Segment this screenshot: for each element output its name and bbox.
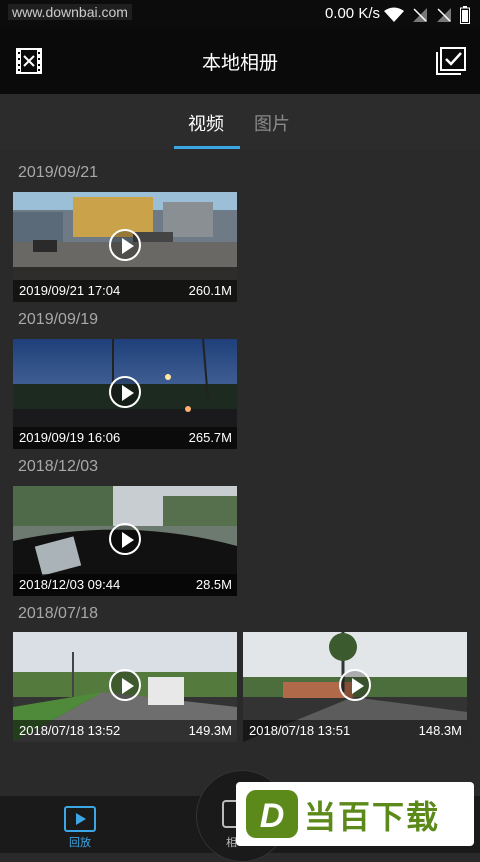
video-thumbnail[interactable]: 2018/07/18 13:52 149.3M — [13, 632, 237, 742]
thumbnail-info-bar: 2018/07/18 13:51 148.3M — [243, 720, 467, 742]
video-thumbnail[interactable]: 2018/07/18 13:51 148.3M — [243, 632, 467, 742]
video-timestamp: 2019/09/21 17:04 — [19, 283, 121, 298]
thumbnail-info-bar: 2018/12/03 09:44 28.5M — [13, 574, 237, 596]
play-icon[interactable] — [109, 523, 141, 555]
thumbnail-info-bar: 2019/09/19 16:06 265.7M — [13, 427, 237, 449]
status-bar: www.downbai.com 0.00 K/s — [0, 0, 480, 28]
playback-icon — [64, 806, 96, 832]
app-bar: 本地相册 — [0, 28, 480, 94]
play-icon[interactable] — [339, 669, 371, 701]
watermark-text: www.downbai.com — [8, 4, 132, 20]
page-title: 本地相册 — [201, 52, 278, 74]
video-timestamp: 2019/09/19 16:06 — [19, 430, 121, 445]
tab-video[interactable]: 视频 — [188, 110, 224, 136]
video-list[interactable]: 2019/09/21 2019/09/21 17:04 260.1M 2019/… — [0, 150, 480, 796]
video-size: 260.1M — [188, 283, 232, 298]
active-tab-indicator — [174, 146, 240, 149]
video-timestamp: 2018/12/03 09:44 — [19, 577, 121, 592]
play-icon[interactable] — [109, 376, 141, 408]
video-size: 28.5M — [195, 577, 232, 592]
svg-text:D: D — [260, 797, 285, 835]
nav-playback-label: 回放 — [69, 836, 91, 849]
thumbnail-info-bar: 2019/09/21 17:04 260.1M — [13, 280, 237, 302]
date-header: 2018/07/18 — [18, 605, 99, 622]
date-header: 2018/12/03 — [18, 458, 99, 475]
thumbnail-info-bar: 2018/07/18 13:52 149.3M — [13, 720, 237, 742]
date-header: 2019/09/19 — [18, 311, 99, 328]
battery-icon — [460, 6, 470, 24]
signal-off-icon-2 — [437, 8, 451, 22]
media-tabs: 视频 图片 — [0, 94, 480, 151]
video-size: 148.3M — [418, 723, 462, 738]
video-thumbnail[interactable]: 2019/09/21 17:04 260.1M — [13, 192, 237, 302]
tab-photo[interactable]: 图片 — [254, 110, 290, 136]
video-thumbnail[interactable]: 2019/09/19 16:06 265.7M — [13, 339, 237, 449]
nav-playback[interactable]: 回放 — [50, 802, 110, 852]
signal-off-icon — [413, 8, 427, 22]
video-timestamp: 2018/07/18 13:52 — [19, 723, 121, 738]
select-checkbox-icon[interactable] — [436, 47, 466, 75]
video-size: 149.3M — [188, 723, 232, 738]
play-icon[interactable] — [109, 669, 141, 701]
play-icon[interactable] — [109, 229, 141, 261]
wifi-icon — [384, 7, 404, 22]
video-timestamp: 2018/07/18 13:51 — [249, 723, 351, 738]
video-size: 265.7M — [188, 430, 232, 445]
logo-text: 当百下载 — [304, 798, 441, 836]
network-speed: 0.00 K/s — [324, 5, 380, 22]
date-header: 2019/09/21 — [18, 164, 99, 181]
video-thumbnail[interactable]: 2018/12/03 09:44 28.5M — [13, 486, 237, 596]
status-icons — [384, 6, 470, 24]
logo-d-icon: D — [246, 790, 298, 838]
site-logo: D 当百下载 — [236, 782, 474, 846]
